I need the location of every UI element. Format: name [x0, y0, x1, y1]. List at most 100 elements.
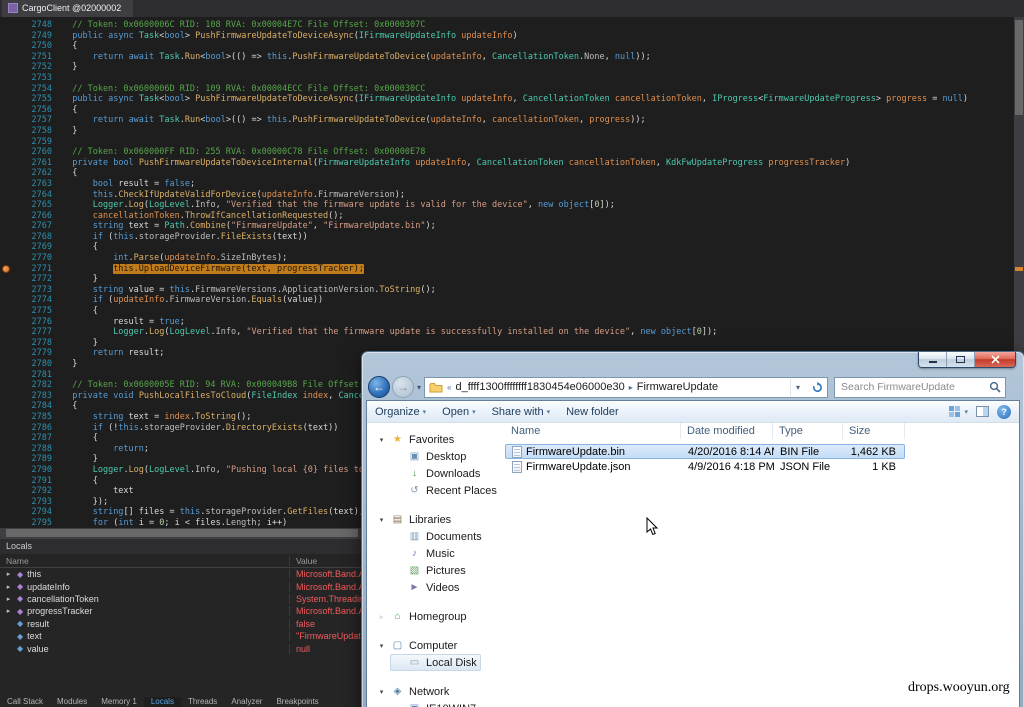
breakpoint-margin[interactable]: [0, 84, 14, 95]
tool-tab-memory-1[interactable]: Memory 1: [94, 697, 144, 707]
sidebar-item-desktop[interactable]: ▣Desktop: [390, 448, 470, 465]
breakpoint-margin[interactable]: [0, 497, 14, 508]
expander-icon[interactable]: ▾: [377, 516, 386, 524]
sidebar-item-recent-places[interactable]: ↺Recent Places: [390, 482, 501, 499]
tool-tab-locals[interactable]: Locals: [144, 697, 181, 707]
forward-button[interactable]: →: [392, 376, 414, 398]
sidebar-item-ie10win7[interactable]: ▣IE10WIN7: [390, 700, 480, 707]
breakpoint-margin[interactable]: [0, 348, 14, 359]
breakpoint-margin[interactable]: [0, 317, 14, 328]
breakpoint-margin[interactable]: [0, 253, 14, 264]
breakpoint-margin[interactable]: [0, 73, 14, 84]
column-header-type[interactable]: Type: [773, 423, 843, 439]
file-list[interactable]: NameDate modifiedTypeSize FirmwareUpdate…: [505, 423, 1019, 707]
horizontal-scrollbar-thumb[interactable]: [6, 529, 358, 537]
change-view-button[interactable]: ▾: [948, 405, 968, 418]
breakpoint-margin[interactable]: [0, 211, 14, 222]
tool-tab-breakpoints[interactable]: Breakpoints: [269, 697, 325, 707]
address-bar[interactable]: « d_ffff1300ffffffff1830454e06000e30 ▸ F…: [424, 377, 828, 398]
sidebar-item-local-disk[interactable]: ▭Local Disk: [390, 654, 481, 671]
preview-pane-button[interactable]: [976, 405, 989, 418]
breakpoint-margin[interactable]: [0, 423, 14, 434]
expander-icon[interactable]: ▾: [377, 642, 386, 650]
sidebar-item-videos[interactable]: ►Videos: [390, 579, 463, 596]
breakpoint-margin[interactable]: [0, 518, 14, 529]
file-row[interactable]: FirmwareUpdate.bin4/20/2016 8:14 AMBIN F…: [505, 444, 905, 459]
breakpoint-margin[interactable]: [0, 380, 14, 391]
expand-arrow-icon[interactable]: ▸: [4, 595, 13, 603]
breakpoint-margin[interactable]: [0, 433, 14, 444]
expander-icon[interactable]: ▹: [377, 613, 386, 621]
recent-pages-icon[interactable]: ▾: [417, 383, 421, 392]
sidebar-item-network[interactable]: ▾◈Network: [373, 683, 453, 700]
expand-arrow-icon[interactable]: ▸: [4, 583, 13, 591]
sidebar-item-computer[interactable]: ▾▢Computer: [373, 637, 461, 654]
sidebar-item-pictures[interactable]: ▧Pictures: [390, 562, 470, 579]
toolbar-button-new-folder[interactable]: New folder: [566, 406, 619, 418]
breakpoint-margin[interactable]: [0, 274, 14, 285]
sidebar-item-libraries[interactable]: ▾▤Libraries: [373, 511, 455, 528]
file-row[interactable]: FirmwareUpdate.json4/9/2016 4:18 PMJSON …: [505, 459, 905, 474]
breakpoint-margin[interactable]: [0, 444, 14, 455]
vertical-scrollbar-thumb[interactable]: [1015, 20, 1023, 115]
address-dropdown-icon[interactable]: ▾: [790, 379, 805, 396]
breakpoint-margin[interactable]: [0, 412, 14, 423]
expander-icon[interactable]: ▾: [377, 688, 386, 696]
search-box[interactable]: [834, 377, 1006, 398]
breakpoint-margin[interactable]: [0, 338, 14, 349]
breakpoint-margin[interactable]: [0, 476, 14, 487]
breakpoint-icon[interactable]: [2, 265, 10, 273]
toolbar-button-open[interactable]: Open▾: [442, 406, 475, 418]
tool-tab-analyzer[interactable]: Analyzer: [224, 697, 269, 707]
breakpoint-margin[interactable]: [0, 31, 14, 42]
column-header-date-modified[interactable]: Date modified: [681, 423, 773, 439]
locals-col-value[interactable]: Value: [290, 556, 317, 566]
breadcrumb-current-folder[interactable]: FirmwareUpdate: [637, 381, 718, 393]
explorer-window[interactable]: ← → ▾ « d_ffff1300ffffffff1830454e06000e…: [362, 352, 1024, 707]
sidebar-item-homegroup[interactable]: ▹⌂Homegroup: [373, 608, 470, 625]
breakpoint-margin[interactable]: [0, 147, 14, 158]
breakpoint-margin[interactable]: [0, 454, 14, 465]
breakpoint-margin[interactable]: [0, 190, 14, 201]
breakpoint-margin[interactable]: [0, 179, 14, 190]
breakpoint-margin[interactable]: [0, 200, 14, 211]
breadcrumb[interactable]: « d_ffff1300ffffffff1830454e06000e30 ▸ F…: [447, 381, 786, 393]
breakpoint-margin[interactable]: [0, 242, 14, 253]
column-header-size[interactable]: Size: [843, 423, 905, 439]
breakpoint-margin[interactable]: [0, 306, 14, 317]
tool-tab-threads[interactable]: Threads: [181, 697, 224, 707]
breakpoint-margin[interactable]: [0, 465, 14, 476]
breakpoint-margin[interactable]: [0, 94, 14, 105]
sidebar-item-music[interactable]: ♪Music: [390, 545, 459, 562]
breakpoint-margin[interactable]: [0, 486, 14, 497]
close-button[interactable]: [975, 352, 1015, 367]
tool-tab-modules[interactable]: Modules: [50, 697, 94, 707]
breakpoint-margin[interactable]: [0, 401, 14, 412]
breadcrumb-separator-icon[interactable]: ▸: [629, 383, 633, 392]
locals-col-name[interactable]: Name: [0, 556, 290, 566]
minimize-button[interactable]: [919, 352, 947, 367]
sidebar-item-favorites[interactable]: ▾★Favorites: [373, 431, 458, 448]
breakpoint-margin[interactable]: [0, 115, 14, 126]
sidebar-item-documents[interactable]: ▥Documents: [390, 528, 486, 545]
expand-arrow-icon[interactable]: ▸: [4, 607, 13, 615]
breakpoint-margin[interactable]: [0, 221, 14, 232]
breadcrumb-device[interactable]: d_ffff1300ffffffff1830454e06000e30: [455, 381, 624, 393]
breakpoint-margin[interactable]: [0, 327, 14, 338]
breakpoint-margin[interactable]: [0, 295, 14, 306]
breadcrumb-overflow-chevron[interactable]: «: [447, 383, 451, 392]
tool-tab-call-stack[interactable]: Call Stack: [0, 697, 50, 707]
tab-cargoclient[interactable]: CargoClient @02000002: [2, 0, 133, 17]
breakpoint-margin[interactable]: [0, 137, 14, 148]
back-button[interactable]: ←: [368, 376, 390, 398]
breakpoint-margin[interactable]: [0, 41, 14, 52]
breakpoint-margin[interactable]: [0, 20, 14, 31]
breakpoint-margin[interactable]: [0, 158, 14, 169]
breakpoint-margin[interactable]: [0, 391, 14, 402]
breakpoint-margin[interactable]: [0, 232, 14, 243]
expander-icon[interactable]: ▾: [377, 436, 386, 444]
breakpoint-margin[interactable]: [0, 285, 14, 296]
breakpoint-margin[interactable]: [0, 370, 14, 381]
sidebar-item-downloads[interactable]: ↓Downloads: [390, 465, 484, 482]
expand-arrow-icon[interactable]: ▸: [4, 570, 13, 578]
